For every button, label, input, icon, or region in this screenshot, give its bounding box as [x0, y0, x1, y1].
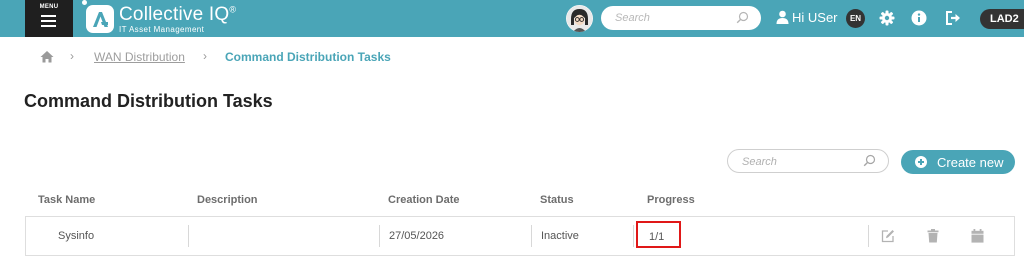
- app-title: Collective IQ®: [119, 4, 237, 25]
- chevron-right-icon: ›: [203, 49, 207, 63]
- cell-progress-highlight: 1/1: [636, 221, 681, 248]
- column-divider: [379, 225, 380, 247]
- column-divider: [531, 225, 532, 247]
- menu-icon: [41, 15, 56, 30]
- column-divider: [868, 225, 869, 247]
- header-search-input[interactable]: [615, 10, 725, 26]
- plus-circle-icon: [915, 156, 927, 168]
- gear-icon[interactable]: [879, 10, 895, 26]
- column-divider: [188, 225, 189, 247]
- header-search: [601, 6, 761, 30]
- table-row[interactable]: Sysinfo 27/05/2026 Inactive 1/1: [25, 216, 1015, 256]
- info-icon[interactable]: [911, 10, 927, 26]
- table-search-input[interactable]: [742, 154, 852, 169]
- trash-icon[interactable]: [927, 229, 939, 243]
- logout-icon[interactable]: [945, 10, 962, 26]
- menu-button[interactable]: MENU: [25, 0, 73, 37]
- tenant-badge[interactable]: LAD2: [980, 9, 1024, 29]
- home-icon[interactable]: [40, 50, 54, 63]
- language-badge[interactable]: EN: [846, 9, 865, 28]
- column-divider: [633, 225, 634, 247]
- create-new-button[interactable]: Create new: [901, 150, 1015, 174]
- cell-task-name: Sysinfo: [58, 230, 95, 242]
- edit-icon[interactable]: [881, 229, 895, 243]
- avatar[interactable]: [566, 5, 593, 32]
- chevron-right-icon: ›: [70, 49, 74, 63]
- user-icon: [776, 10, 789, 24]
- top-bar: MENU Collective IQ® IT Asset Management: [0, 0, 1024, 37]
- column-header-status[interactable]: Status: [540, 194, 574, 206]
- search-icon[interactable]: [736, 11, 749, 24]
- cell-creation-date: 27/05/2026: [389, 230, 445, 242]
- column-header-task-name[interactable]: Task Name: [38, 194, 95, 206]
- user-menu[interactable]: Hi USer: [776, 10, 838, 25]
- logo-icon: [86, 5, 114, 33]
- cell-status: Inactive: [541, 230, 579, 242]
- cell-progress: 1/1: [649, 231, 665, 243]
- create-new-label: Create new: [937, 155, 1004, 170]
- column-header-description[interactable]: Description: [197, 194, 258, 206]
- column-header-creation-date[interactable]: Creation Date: [388, 194, 460, 206]
- table-search: [727, 149, 889, 173]
- breadcrumb-current: Command Distribution Tasks: [225, 50, 391, 64]
- registered-mark: ®: [229, 4, 237, 15]
- calendar-icon[interactable]: [971, 229, 984, 243]
- breadcrumb-link-wan-distribution[interactable]: WAN Distribution: [94, 50, 185, 64]
- page-title: Command Distribution Tasks: [24, 91, 273, 111]
- search-icon[interactable]: [863, 154, 876, 167]
- column-header-progress[interactable]: Progress: [647, 194, 695, 206]
- user-greeting: Hi USer: [792, 10, 838, 25]
- menu-label: MENU: [39, 4, 59, 10]
- app-subtitle: IT Asset Management: [119, 25, 205, 34]
